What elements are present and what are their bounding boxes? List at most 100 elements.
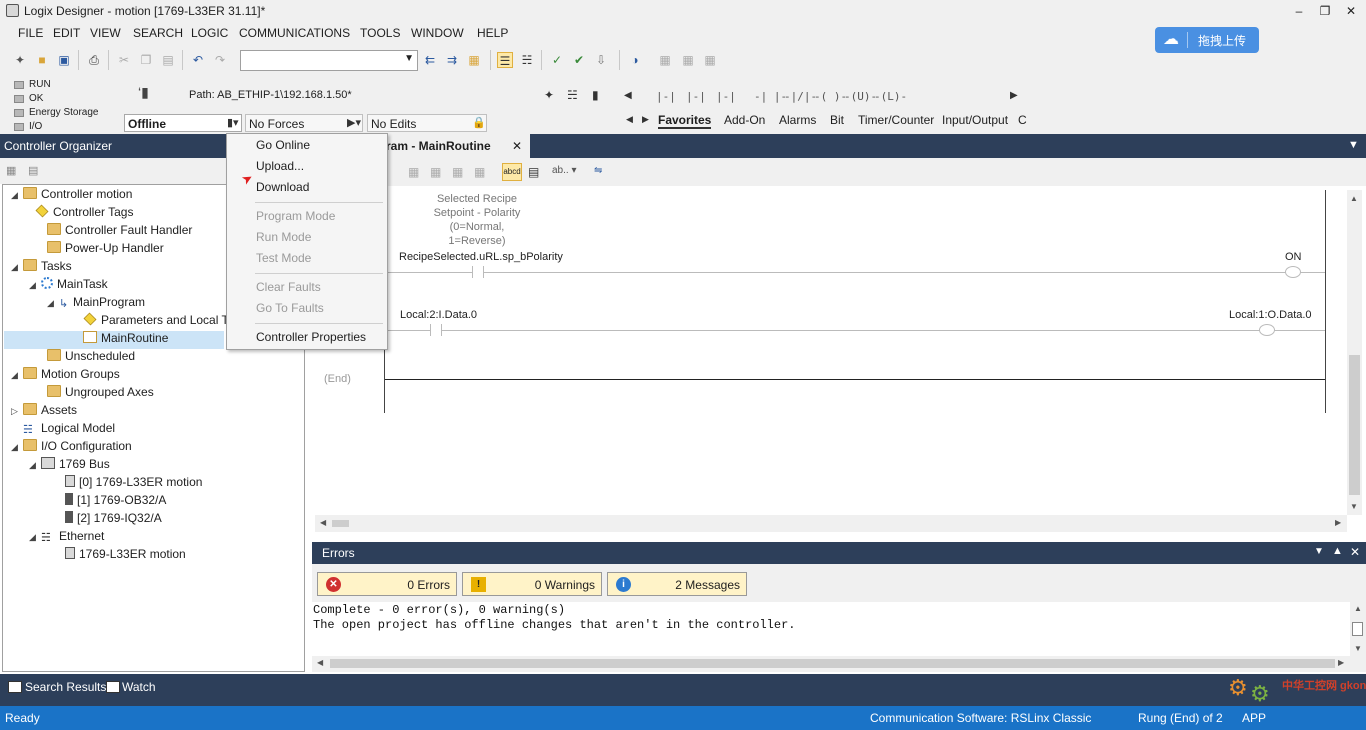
security-icon[interactable]: ◑ [627,52,643,68]
rung0-xic-contact[interactable] [472,266,484,278]
tab-compare[interactable]: C [1018,113,1027,127]
menu-download[interactable]: Download [256,180,309,194]
menu-logic[interactable]: LOGIC [191,26,228,40]
find-next-icon[interactable]: ⇉ [444,52,460,68]
organizer-toggle-icon[interactable]: ☰ [497,52,513,68]
palette-scroll-right-icon[interactable]: ▶ [1010,90,1018,101]
tab-favorites[interactable]: Favorites [658,113,712,129]
tree-node-ungrouped-axes[interactable]: Ungrouped Axes [47,385,154,403]
tree-node-parameters[interactable]: Parameters and Local T [83,312,229,331]
menu-upload[interactable]: Upload... [256,159,304,173]
tree-node-io-configuration[interactable]: ◢ I/O Configuration [11,439,132,457]
tab-search-results[interactable]: Search Results [6,678,106,702]
palette-scroll-left-icon[interactable]: ◀ [624,90,632,101]
tab-scroll-right-icon[interactable]: ▶ [642,114,649,125]
scroll-left-icon[interactable]: ◀ [320,518,326,527]
ladder-tool-1-icon[interactable]: ▦ [408,165,419,179]
menu-go-online[interactable]: Go Online [256,138,310,152]
undo-icon[interactable]: ↶ [190,52,206,68]
scroll-up-icon[interactable]: ▲ [1354,604,1362,613]
xio-instruction[interactable]: -|/|- [784,90,817,103]
pin-icon[interactable]: ▲ [1332,545,1343,557]
print-icon[interactable]: ⎙ [86,52,102,68]
verify-icon[interactable]: ✓ [549,52,565,68]
restore-button[interactable]: ❐ [1312,2,1338,20]
tab-input-output[interactable]: Input/Output [942,113,1008,127]
errors-horizontal-scrollbar[interactable]: ◀ ▶ [312,656,1366,672]
errors-filter-button[interactable]: ✕ 0 Errors [317,572,457,596]
close-icon[interactable]: ✕ [512,139,522,153]
scroll-down-icon[interactable]: ▼ [1350,502,1358,511]
new-project-icon[interactable]: ✦ [12,52,28,68]
tree-node-mainroutine[interactable]: MainRoutine [4,331,224,349]
otu-instruction[interactable]: -(U)- [844,90,877,103]
tree-node-controller-tags[interactable]: Controller Tags [35,204,133,223]
branch-nested-instruction[interactable]: |-| [716,90,736,103]
rung1-ote-coil[interactable] [1259,324,1275,336]
rung0-contact-tag[interactable]: RecipeSelected.uRL.sp_bPolarity [399,251,563,263]
find-prev-icon[interactable]: ⇇ [422,52,438,68]
ladder-vertical-scrollbar[interactable]: ▲ ▼ [1347,190,1362,515]
ladder-tool-2-icon[interactable]: ▦ [430,165,441,179]
scroll-right-icon[interactable]: ▶ [1335,518,1341,527]
cross-reference-icon[interactable]: ▦ [466,52,482,68]
tree-node-assets[interactable]: ▷ Assets [11,403,77,421]
rung1-contact-tag[interactable]: Local:2:I.Data.0 [400,309,477,321]
edits-dropdown[interactable]: No Edits 🔒 [367,114,487,132]
expanded-icon[interactable]: ◢ [29,460,41,471]
tree-node-maintask[interactable]: ◢ MainTask [29,277,108,295]
tree-node-powerup-handler[interactable]: Power-Up Handler [47,241,164,259]
tab-timer-counter[interactable]: Timer/Counter [858,113,934,127]
tree-view-icon[interactable]: ☵ [519,52,535,68]
expanded-icon[interactable]: ◢ [11,262,23,273]
scroll-right-icon[interactable]: ▶ [1338,658,1344,667]
tree-node-unscheduled[interactable]: Unscheduled [47,349,135,367]
copy-icon[interactable]: ❐ [138,52,154,68]
tree-node-ethernet[interactable]: ◢ ☵ Ethernet [29,529,104,547]
errors-output[interactable]: Complete - 0 error(s), 0 warning(s) The … [312,602,1350,656]
chevron-down-icon[interactable]: ▼ [404,53,414,64]
messages-filter-button[interactable]: i 2 Messages [607,572,747,596]
rung1-coil-tag[interactable]: Local:1:O.Data.0 [1229,309,1312,321]
minimize-button[interactable]: – [1286,2,1312,20]
menu-file[interactable]: FILE [18,26,43,40]
forces-dropdown[interactable]: No Forces ▶▾ [245,114,363,132]
online-mode-dropdown[interactable]: Offline ▮▾ [124,114,242,132]
menu-controller-properties[interactable]: Controller Properties [256,330,366,344]
ladder-tool-7-icon[interactable]: ⇋ [594,165,602,176]
tab-list-chevron-icon[interactable]: ▼ [1348,139,1359,151]
scroll-thumb[interactable] [1352,622,1363,636]
rung1-xic-contact[interactable] [430,324,442,336]
chevron-down-icon[interactable]: ▼ [1314,546,1324,557]
close-button[interactable]: ✕ [1338,2,1364,20]
tree-node-motion-groups[interactable]: ◢ Motion Groups [11,367,120,385]
ote-instruction[interactable]: -( )- [814,90,847,103]
tab-bit[interactable]: Bit [830,113,844,127]
tab-alarms[interactable]: Alarms [779,113,816,127]
menu-view[interactable]: VIEW [90,26,121,40]
scroll-thumb[interactable] [332,520,349,527]
paste-icon[interactable]: ▤ [160,52,176,68]
expanded-icon[interactable]: ◢ [29,532,41,543]
lock-icon[interactable]: 🔒 [472,116,486,129]
ladder-editor[interactable]: Selected Recipe Setpoint - Polarity (0=N… [315,190,1347,515]
open-folder-icon[interactable]: ■ [34,52,50,68]
tree-node-slot1[interactable]: [1] 1769-OB32/A [65,493,166,511]
redo-icon[interactable]: ↷ [212,52,228,68]
scroll-thumb[interactable] [1349,355,1360,495]
rung0-coil-tag[interactable]: ON [1285,251,1302,263]
tree-node-ethernet-controller[interactable]: 1769-L33ER motion [65,547,186,565]
expanded-icon[interactable]: ◢ [11,442,23,453]
menu-edit[interactable]: EDIT [53,26,80,40]
rung0-ote-coil[interactable] [1285,266,1301,278]
cloud-upload-button[interactable]: ☁ 拖拽上传 [1155,27,1259,53]
controller-mode-icon[interactable]: ▮▾ [227,116,239,129]
search-combo[interactable]: ▼ [240,50,418,71]
expanded-icon[interactable]: ◢ [47,298,59,309]
tag-description-toggle-icon[interactable]: abcd [502,163,522,181]
tree-node-tasks[interactable]: ◢ Tasks [11,259,72,277]
expanded-icon[interactable]: ◢ [11,370,23,381]
tree-node-1769-bus[interactable]: ◢ 1769 Bus [29,457,110,475]
menu-search[interactable]: SEARCH [133,26,183,40]
branch-level-instruction[interactable]: |-| [686,90,706,103]
